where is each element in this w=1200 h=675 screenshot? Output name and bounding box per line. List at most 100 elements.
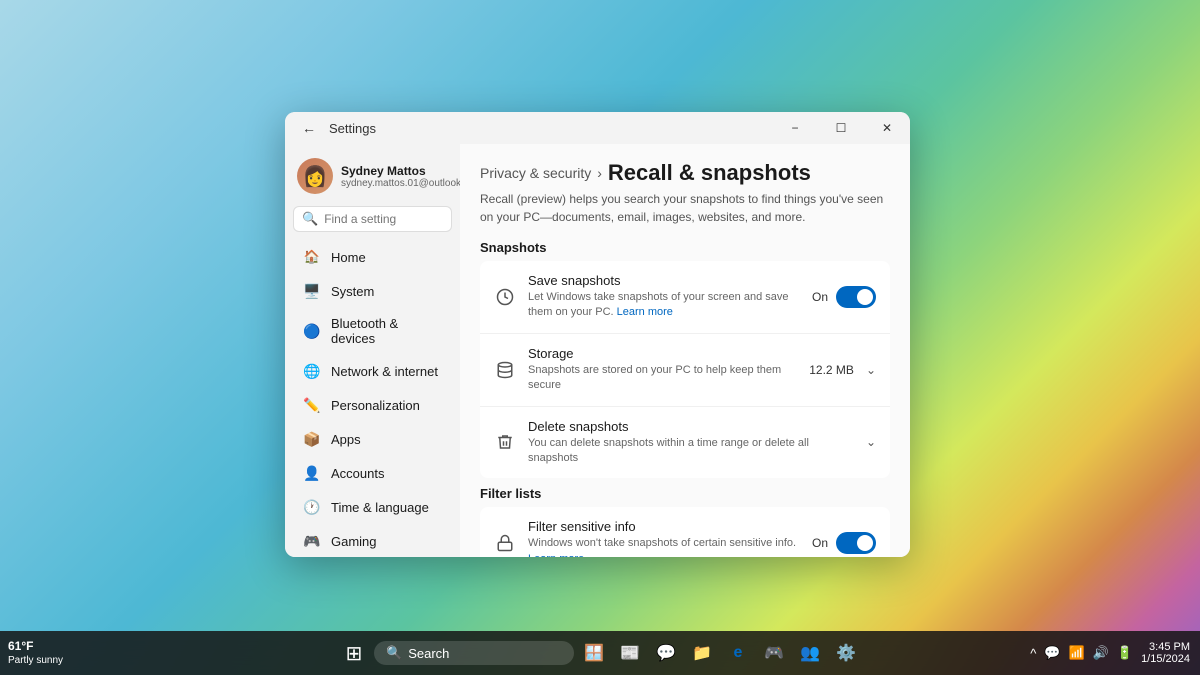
bluetooth-icon: 🔵 xyxy=(303,322,321,340)
breadcrumb-parent[interactable]: Privacy & security xyxy=(480,165,591,181)
start-button[interactable]: ⊞ xyxy=(338,637,370,669)
close-button[interactable]: ✕ xyxy=(864,112,910,144)
xbox-button[interactable]: 🎮 xyxy=(758,637,790,669)
teams-button[interactable]: 👥 xyxy=(794,637,826,669)
search-box[interactable]: 🔍 xyxy=(293,206,452,232)
storage-desc: Snapshots are stored on your PC to help … xyxy=(528,363,797,394)
edge-button[interactable]: e xyxy=(722,637,754,669)
volume-icon[interactable]: 🔊 xyxy=(1091,643,1111,663)
save-snapshots-action: On xyxy=(812,286,876,308)
window-title: Settings xyxy=(329,121,376,136)
title-bar-left: ← Settings xyxy=(297,116,376,140)
weather-temp: 61°F xyxy=(8,639,63,655)
battery-icon[interactable]: 🔋 xyxy=(1115,643,1135,663)
settings-window: ← Settings − ☐ ✕ 👩 Sydney Mattos sydney.… xyxy=(285,112,910,557)
sidebar-label-time: Time & language xyxy=(331,500,429,515)
storage-icon xyxy=(494,359,516,381)
sidebar-label-accounts: Accounts xyxy=(331,466,384,481)
user-section: 👩 Sydney Mattos sydney.mattos.01@outlook… xyxy=(285,152,460,206)
sidebar-item-time[interactable]: 🕐 Time & language xyxy=(291,491,454,523)
search-icon: 🔍 xyxy=(302,211,318,227)
delete-snapshots-icon xyxy=(494,431,516,453)
page-description: Recall (preview) helps you search your s… xyxy=(480,190,890,226)
title-bar: ← Settings − ☐ ✕ xyxy=(285,112,910,144)
filter-sensitive-status: On xyxy=(812,536,828,550)
window-controls: − ☐ ✕ xyxy=(772,112,910,144)
sidebar-item-bluetooth[interactable]: 🔵 Bluetooth & devices xyxy=(291,309,454,353)
save-snapshots-title: Save snapshots xyxy=(528,273,800,288)
sidebar-label-apps: Apps xyxy=(331,432,361,447)
storage-action: 12.2 MB ⌄ xyxy=(809,363,876,377)
sidebar-item-home[interactable]: 🏠 Home xyxy=(291,241,454,273)
weather-widget: 61°F Partly sunny xyxy=(8,639,63,668)
user-email: sydney.mattos.01@outlook.com xyxy=(341,178,460,189)
save-snapshots-icon xyxy=(494,286,516,308)
filter-sensitive-desc: Windows won't take snapshots of certain … xyxy=(528,536,800,557)
content-area: 👩 Sydney Mattos sydney.mattos.01@outlook… xyxy=(285,144,910,557)
taskbar-search[interactable]: 🔍 Search xyxy=(374,641,574,665)
accounts-icon: 👤 xyxy=(303,464,321,482)
user-name: Sydney Mattos xyxy=(341,164,460,178)
filter-sensitive-icon xyxy=(494,532,516,554)
delete-snapshots-row[interactable]: Delete snapshots You can delete snapshot… xyxy=(480,407,890,479)
sidebar-item-gaming[interactable]: 🎮 Gaming xyxy=(291,525,454,557)
storage-text: Storage Snapshots are stored on your PC … xyxy=(528,346,797,394)
taskbar-right: ^ 💬 📶 🔊 🔋 3:45 PM1/15/2024 xyxy=(1028,639,1192,667)
search-input[interactable] xyxy=(324,212,460,226)
home-icon: 🏠 xyxy=(303,248,321,266)
delete-snapshots-text: Delete snapshots You can delete snapshot… xyxy=(528,419,854,467)
clock[interactable]: 3:45 PM1/15/2024 xyxy=(1139,639,1192,667)
sidebar-item-network[interactable]: 🌐 Network & internet xyxy=(291,355,454,387)
filter-sensitive-row[interactable]: Filter sensitive info Windows won't take… xyxy=(480,507,890,557)
filter-sensitive-action: On xyxy=(812,532,876,554)
save-snapshots-row[interactable]: Save snapshots Let Windows take snapshot… xyxy=(480,261,890,334)
taskbar: 61°F Partly sunny ⊞ 🔍 Search 🪟 📰 💬 📁 e 🎮… xyxy=(0,631,1200,675)
breadcrumb-separator: › xyxy=(597,165,602,181)
save-snapshots-toggle[interactable] xyxy=(836,286,876,308)
sidebar: 👩 Sydney Mattos sydney.mattos.01@outlook… xyxy=(285,144,460,557)
taskbar-center: ⊞ 🔍 Search 🪟 📰 💬 📁 e 🎮 👥 ⚙️ xyxy=(338,637,862,669)
sidebar-item-accounts[interactable]: 👤 Accounts xyxy=(291,457,454,489)
breadcrumb-current: Recall & snapshots xyxy=(608,160,811,186)
minimize-button[interactable]: − xyxy=(772,112,818,144)
back-button[interactable]: ← xyxy=(297,116,321,140)
widgets-button[interactable]: 📰 xyxy=(614,637,646,669)
storage-row[interactable]: Storage Snapshots are stored on your PC … xyxy=(480,334,890,407)
delete-snapshots-desc: You can delete snapshots within a time r… xyxy=(528,436,854,467)
user-info: Sydney Mattos sydney.mattos.01@outlook.c… xyxy=(341,164,460,189)
sidebar-label-system: System xyxy=(331,284,374,299)
taskbar-search-icon: 🔍 xyxy=(386,645,402,661)
avatar[interactable]: 👩 xyxy=(297,158,333,194)
filter-sensitive-title: Filter sensitive info xyxy=(528,519,800,534)
task-view-button[interactable]: 🪟 xyxy=(578,637,610,669)
settings-button[interactable]: ⚙️ xyxy=(830,637,862,669)
filter-sensitive-toggle[interactable] xyxy=(836,532,876,554)
file-explorer-button[interactable]: 📁 xyxy=(686,637,718,669)
taskbar-search-text: Search xyxy=(408,646,449,661)
storage-title: Storage xyxy=(528,346,797,361)
personalization-icon: ✏️ xyxy=(303,396,321,414)
save-snapshots-desc: Let Windows take snapshots of your scree… xyxy=(528,290,800,321)
sidebar-label-home: Home xyxy=(331,250,366,265)
sidebar-item-apps[interactable]: 📦 Apps xyxy=(291,423,454,455)
sidebar-item-personalization[interactable]: ✏️ Personalization xyxy=(291,389,454,421)
system-icon: 🖥️ xyxy=(303,282,321,300)
save-snapshots-link[interactable]: Learn more xyxy=(617,306,673,318)
copilot-button[interactable]: 💬 xyxy=(650,637,682,669)
sidebar-item-system[interactable]: 🖥️ System xyxy=(291,275,454,307)
network-icon: 🌐 xyxy=(303,362,321,380)
notification-icon[interactable]: 💬 xyxy=(1042,643,1062,663)
snapshots-card: Save snapshots Let Windows take snapshot… xyxy=(480,261,890,478)
storage-size: 12.2 MB xyxy=(809,363,854,377)
tray-expand-icon[interactable]: ^ xyxy=(1028,644,1038,663)
sidebar-label-network: Network & internet xyxy=(331,364,438,379)
storage-chevron: ⌄ xyxy=(866,363,876,377)
wifi-icon[interactable]: 📶 xyxy=(1067,643,1087,663)
delete-snapshots-chevron: ⌄ xyxy=(866,435,876,449)
delete-snapshots-action: ⌄ xyxy=(866,435,876,449)
filter-sensitive-link[interactable]: Learn more xyxy=(528,553,584,557)
maximize-button[interactable]: ☐ xyxy=(818,112,864,144)
apps-icon: 📦 xyxy=(303,430,321,448)
save-snapshots-text: Save snapshots Let Windows take snapshot… xyxy=(528,273,800,321)
sidebar-label-gaming: Gaming xyxy=(331,534,377,549)
